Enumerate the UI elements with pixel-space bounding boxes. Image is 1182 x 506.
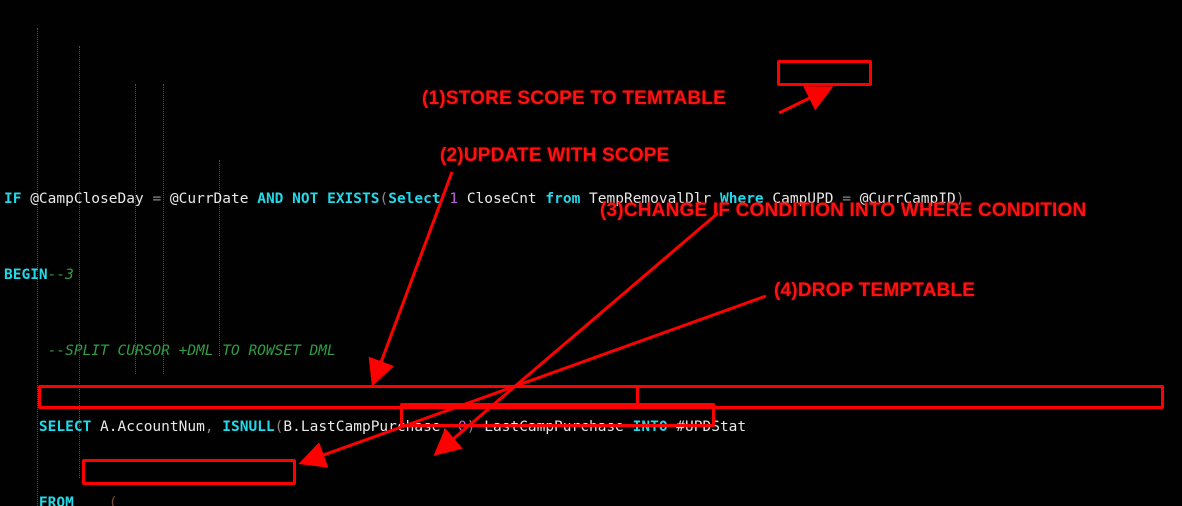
code-line[interactable]: --SPLIT CURSOR +DML TO ROWSET DML: [0, 342, 1182, 361]
sql-editor-screenshot: IF @CampCloseDay = @CurrDate AND NOT EXI…: [0, 0, 1182, 506]
code-line[interactable]: IF @CampCloseDay = @CurrDate AND NOT EXI…: [0, 190, 1182, 209]
code-line[interactable]: FROM (: [0, 494, 1182, 506]
code-line[interactable]: SELECT A.AccountNum, ISNULL(B.LastCampPu…: [0, 418, 1182, 437]
indent-guide: [79, 46, 80, 478]
code-line[interactable]: BEGIN--3: [0, 266, 1182, 285]
code-area[interactable]: IF @CampCloseDay = @CurrDate AND NOT EXI…: [0, 0, 1182, 506]
indent-guide: [135, 84, 136, 374]
indent-guide: [163, 84, 164, 374]
